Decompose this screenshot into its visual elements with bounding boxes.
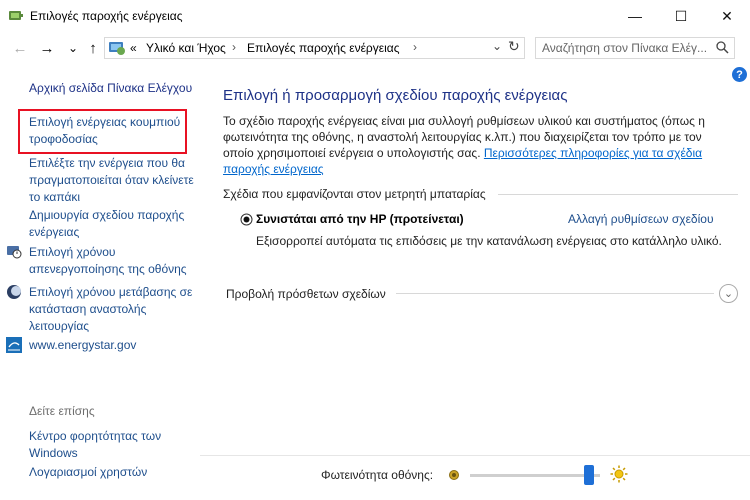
section-divider [498, 194, 738, 195]
plan-name[interactable]: Συνιστάται από την HP (προτείνεται) [256, 212, 464, 226]
help-icon[interactable]: ? [732, 67, 747, 82]
maximize-button[interactable]: ☐ [658, 0, 704, 32]
back-arrow-icon[interactable]: ← [10, 38, 30, 58]
section-divider [396, 293, 714, 294]
refresh-icon[interactable]: ↻ [508, 38, 520, 55]
sidebar-item-display-off[interactable]: Επιλογή χρόνου απενεργοποίησης της οθόνη… [29, 244, 194, 278]
search-icon[interactable] [716, 41, 729, 54]
plan-radio-button[interactable] [240, 213, 253, 226]
sidebar-item-energystar[interactable]: www.energystar.gov [29, 337, 136, 354]
plan-explanation: Το σχέδιο παροχής ενέργειας είναι μια συ… [223, 113, 723, 177]
sidebar-item-user-accounts[interactable]: Λογαριασμοί χρηστών [29, 464, 147, 481]
sidebar-item-sleep-time[interactable]: Επιλογή χρόνου μετάβασης σε κατάσταση αν… [29, 284, 197, 335]
sidebar-item-lid-action[interactable]: Επιλέξτε την ενέργεια που θα πραγματοποι… [29, 155, 194, 206]
power-options-icon [9, 11, 23, 20]
display-clock-icon [7, 246, 22, 259]
page-title: Επιλογή ή προσαρμογή σχεδίου παροχής ενέ… [223, 87, 568, 104]
forward-arrow-icon[interactable]: → [37, 38, 57, 58]
sidebar-item-mobility-center[interactable]: Κέντρο φορητότητας των Windows [29, 428, 189, 462]
sidebar-item-create-plan[interactable]: Δημιουργία σχεδίου παροχής ενέργειας [29, 207, 194, 241]
brightness-slider-track[interactable] [470, 474, 600, 477]
breadcrumb-power-options[interactable]: Επιλογές παροχής ενέργειας [247, 41, 399, 55]
change-plan-settings-link[interactable]: Αλλαγή ρυθμίσεων σχεδίου [568, 212, 714, 226]
see-also-heading: Δείτε επίσης [29, 404, 95, 418]
plan-description: Εξισορροπεί αυτόματα τις επιδόσεις με τη… [256, 234, 722, 248]
breadcrumb-overflow[interactable]: « [130, 41, 137, 55]
minimize-button[interactable]: — [612, 0, 658, 32]
control-panel-icon [109, 42, 125, 55]
sidebar-home-link[interactable]: Αρχική σελίδα Πίνακα Ελέγχου [29, 80, 192, 97]
search-input[interactable]: Αναζήτηση στον Πίνακα Ελέγ... [542, 41, 707, 55]
dim-sun-icon [449, 470, 459, 480]
moon-sleep-icon [7, 285, 21, 299]
breadcrumb-separator[interactable]: › [413, 40, 417, 54]
energy-star-icon [6, 337, 22, 353]
breadcrumb-hardware-sound[interactable]: Υλικό και Ήχος [146, 41, 226, 55]
brightness-label: Φωτεινότητα οθόνης: [321, 468, 434, 482]
close-button[interactable]: ✕ [704, 0, 750, 32]
window-title: Επιλογές παροχής ενέργειας [30, 9, 183, 23]
battery-meter-plans-heading: Σχέδια που εμφανίζονται στον μετρητή μπα… [223, 187, 486, 201]
sidebar-item-power-button[interactable]: Επιλογή ενέργειας κουμπιού τροφοδοσίας [29, 114, 189, 148]
brightness-slider-thumb[interactable] [584, 465, 594, 485]
breadcrumb-separator[interactable]: › [232, 40, 236, 54]
expand-chevron-icon[interactable]: ⌄ [719, 284, 738, 303]
bright-sun-icon [610, 465, 628, 483]
brightness-bar [200, 455, 750, 500]
recent-locations-chevron-icon[interactable]: ⌄ [63, 38, 83, 58]
up-arrow-icon[interactable]: ↑ [83, 38, 103, 58]
address-dropdown-icon[interactable]: ⌄ [492, 39, 502, 53]
show-additional-plans[interactable]: Προβολή πρόσθετων σχεδίων [226, 287, 386, 301]
